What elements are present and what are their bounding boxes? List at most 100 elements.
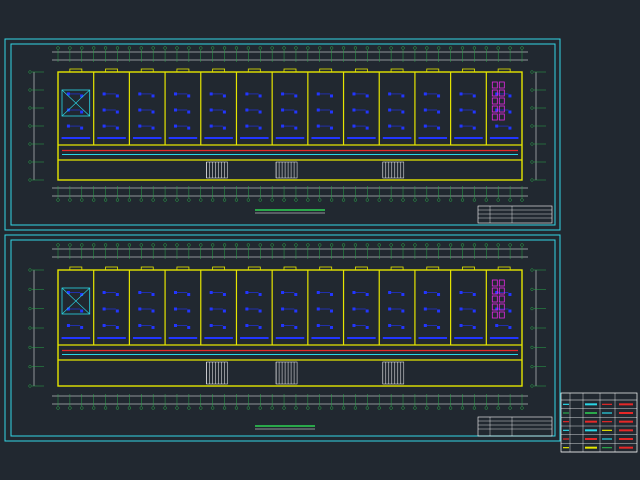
radiator-device [294,126,298,130]
radiator-device [437,110,441,114]
radiator-device [508,126,512,130]
pipe-riser [347,337,376,339]
radiator-device [472,293,476,296]
pipe-riser [168,137,198,139]
radiator-device [365,326,369,329]
radiator-device [365,110,369,114]
radiator-device [401,293,405,296]
radiator-device [80,326,84,329]
legend-label-mark [585,429,597,432]
radiator-device [294,110,298,114]
legend-label-mark [619,438,633,440]
radiator-device [80,110,84,114]
radiator-device [151,110,155,114]
radiator-device [329,309,333,313]
pipe-riser [311,337,340,339]
pipe-riser [311,137,340,139]
radiator-device [294,293,298,296]
pipe-riser [97,137,126,139]
radiator-device [294,94,298,98]
legend-label-mark [585,438,597,440]
legend-label-mark [619,403,633,406]
radiator-device [294,309,298,313]
radiator-device [115,126,119,130]
radiator-device [222,293,226,296]
radiator-device [508,293,512,296]
radiator-device [187,326,191,329]
radiator-device [437,94,441,98]
radiator-device [187,94,191,98]
pipe-riser [489,137,519,139]
radiator-device [401,110,405,114]
radiator-device [401,309,405,313]
radiator-device [472,110,476,114]
radiator-device [508,326,512,329]
radiator-device [222,110,226,114]
radiator-device [187,309,191,313]
radiator-device [401,94,405,98]
pipe-riser [240,137,269,139]
pipe-riser [382,137,412,139]
pipe-riser [382,337,412,339]
radiator-device [187,126,191,130]
radiator-device [258,110,262,114]
radiator-device [151,126,155,130]
radiator-device [472,326,476,329]
radiator-device [437,309,441,313]
radiator-device [329,126,333,130]
radiator-device [472,309,476,313]
legend-label-mark [619,429,633,432]
pipe-riser [97,337,126,339]
pipe-riser [168,337,198,339]
legend-label-mark [585,403,597,406]
radiator-device [508,110,512,114]
radiator-device [187,110,191,114]
pipe-riser [347,137,376,139]
radiator-device [258,293,262,296]
radiator-device [365,309,369,313]
legend-label-mark [585,412,597,414]
radiator-device [258,309,262,313]
radiator-device [401,326,405,329]
radiator-device [115,309,119,313]
radiator-device [365,126,369,130]
radiator-device [329,110,333,114]
radiator-device [437,293,441,296]
radiator-device [365,293,369,296]
pipe-riser [489,337,519,339]
radiator-device [222,94,226,98]
pipe-riser [132,137,162,139]
radiator-device [80,309,84,313]
radiator-device [222,326,226,329]
radiator-device [222,309,226,313]
legend-label-mark [619,412,633,414]
radiator-device [437,326,441,329]
legend-label-mark [619,420,633,423]
radiator-device [151,326,155,329]
radiator-device [115,110,119,114]
radiator-device [508,94,512,98]
pipe-riser [418,137,448,139]
pipe-riser [240,337,269,339]
cad-drawing-canvas[interactable] [0,0,640,480]
radiator-device [151,293,155,296]
pipe-riser [454,337,483,339]
pipe-riser [61,337,91,339]
pipe-riser [418,337,448,339]
radiator-device [329,293,333,296]
radiator-device [115,293,119,296]
radiator-device [258,326,262,329]
radiator-device [80,126,84,130]
legend-label-mark [619,446,633,449]
radiator-device [472,126,476,130]
pipe-riser [204,137,233,139]
legend-label-mark [585,420,597,423]
radiator-device [258,126,262,130]
radiator-device [437,126,441,130]
pipe-riser [275,337,305,339]
radiator-device [115,94,119,98]
radiator-device [187,293,191,296]
radiator-device [222,126,226,130]
radiator-device [294,326,298,329]
radiator-device [151,94,155,98]
